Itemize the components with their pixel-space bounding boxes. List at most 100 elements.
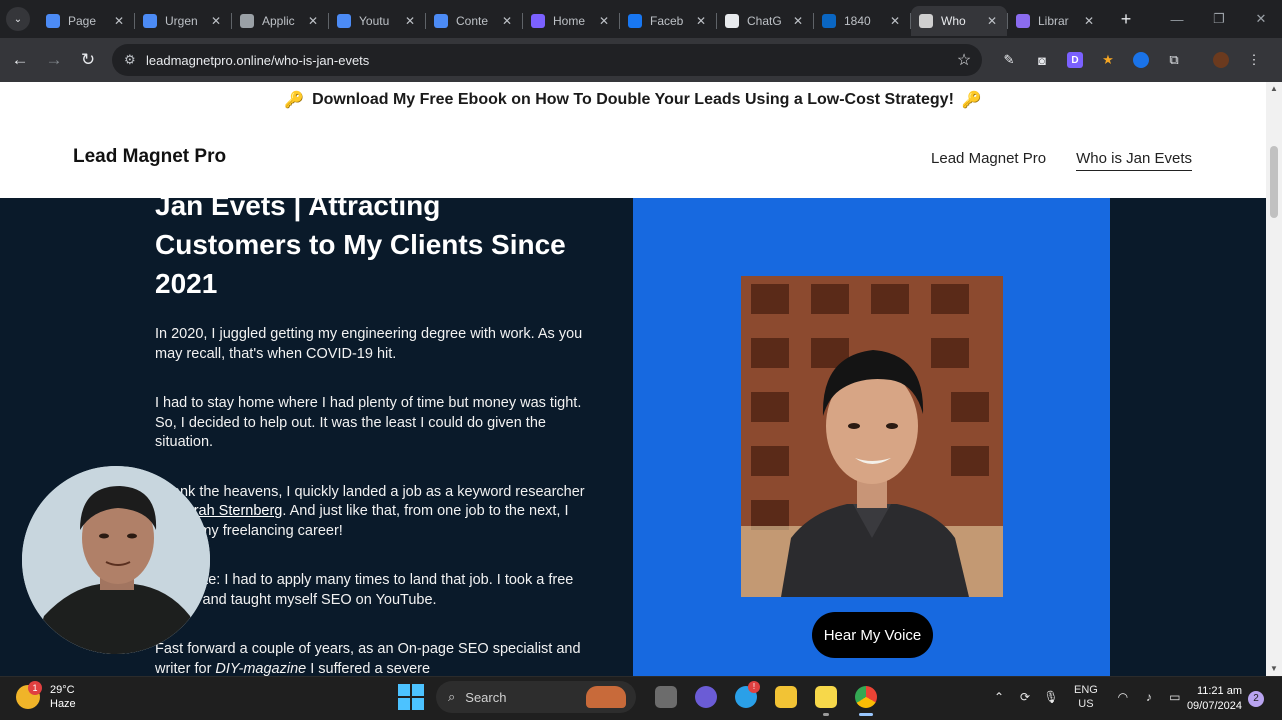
teams-icon[interactable] [690,681,722,713]
hero-text: Jan Evets | Attracting Customers to My C… [155,198,585,676]
browser-tab[interactable]: 1840 ✕ [814,6,910,36]
restore-button[interactable]: ❐ [1198,0,1240,38]
sticky-notes-icon[interactable] [810,681,842,716]
announcement-text[interactable]: Download My Free Ebook on How To Double … [312,91,954,109]
browser-tab[interactable]: Librar ✕ [1008,6,1104,36]
magazine-name: DIY-magazine [215,660,307,677]
gear-icon [1016,14,1030,28]
key-icon: 🔑 [961,92,982,109]
url-text[interactable]: leadmagnetpro.online/who-is-jan-evets [146,53,946,68]
close-tab-icon[interactable]: ✕ [209,14,223,28]
close-tab-icon[interactable]: ✕ [1082,14,1096,28]
portrait-illustration [741,276,1003,597]
new-tab-button[interactable]: + [1114,9,1138,30]
camera-extension-icon[interactable]: ◙ [1028,46,1056,74]
webcam-person-illustration [22,466,210,654]
browser-tab[interactable]: Who ✕ [911,6,1007,36]
chevron-down-icon: ⌄ [13,13,23,25]
hero-paragraph: Thank the heavens, I quickly landed a jo… [155,483,585,542]
close-tab-icon[interactable]: ✕ [306,14,320,28]
microphone-icon[interactable]: 🎙 [1040,690,1062,704]
arrow-left-icon: ← [11,50,29,69]
d-extension-icon[interactable]: D [1061,46,1089,74]
site-logo[interactable]: Lead Magnet Pro [73,146,226,168]
wifi-icon[interactable]: ◠ [1112,690,1134,704]
browser-tab[interactable]: Conte ✕ [426,6,522,36]
close-tab-icon[interactable]: ✕ [403,14,417,28]
close-tab-icon[interactable]: ✕ [694,14,708,28]
clock[interactable]: 11:21 am 09/07/2024 [1180,684,1242,714]
more-menu-icon[interactable]: ⋮ [1240,46,1268,74]
facebook-icon [628,14,642,28]
pen-extension-icon[interactable]: ✎ [995,46,1023,74]
forward-button[interactable]: → [37,43,71,77]
announcement-bar[interactable]: 🔑 Download My Free Ebook on How To Doubl… [0,82,1266,118]
profile-avatar-icon[interactable] [1207,46,1235,74]
weather-widget[interactable]: 1 29°C Haze [16,681,76,711]
browser-tab[interactable]: Applic ✕ [232,6,328,36]
windows-start-icon[interactable] [398,684,424,710]
task-view-icon[interactable] [650,681,682,713]
close-tab-icon[interactable]: ✕ [597,14,611,28]
notification-count[interactable]: 2 [1248,691,1264,707]
scroll-down-arrow-icon[interactable]: ▼ [1266,662,1282,676]
sync-icon[interactable]: ⟳ [1014,690,1036,704]
weather-badge: 1 [28,681,42,695]
browser-tab[interactable]: Youtu ✕ [329,6,425,36]
time: 11:21 am [1196,685,1242,697]
taskbar-search[interactable]: ⌕ Search [436,681,636,713]
scrollbar-thumb[interactable] [1270,146,1278,218]
taskbar-apps: ⌕ Search ! [398,681,886,716]
temperature: 29°C [50,684,75,696]
close-tab-icon[interactable]: ✕ [112,14,126,28]
nav-link[interactable]: Who is Jan Evets [1076,150,1192,171]
volume-icon[interactable]: ♪ [1138,690,1160,704]
close-tab-icon[interactable]: ✕ [888,14,902,28]
system-tray: ⌃ ⟳ 🎙 ENG US ◠ ♪ ▭ [988,683,1190,711]
nav-link[interactable]: Lead Magnet Pro [931,150,1046,171]
back-button[interactable]: ← [3,43,37,77]
browser-tab[interactable]: ChatG ✕ [717,6,813,36]
site-header: Lead Magnet Pro Lead Magnet Pro Who is Ja… [0,118,1266,198]
weather-sun-icon: 1 [16,681,42,709]
reload-icon: ↻ [80,50,96,69]
page-icon [337,14,351,28]
paragraph-text: I suffered a severe [306,660,431,677]
browser-tab[interactable]: Urgen ✕ [135,6,231,36]
reload-button[interactable]: ↻ [71,43,105,77]
star-extension-icon[interactable]: ★ [1094,46,1122,74]
tab-title: Who [941,14,966,28]
close-tab-icon[interactable]: ✕ [500,14,514,28]
chrome-icon[interactable] [850,681,882,716]
puzzle-extensions-icon[interactable]: ⧉ [1160,46,1188,74]
language-indicator[interactable]: ENG US [1074,683,1098,711]
tab-title: Urgen [165,14,198,28]
browser-tab[interactable]: Page ✕ [38,6,134,36]
tab-title: Home [553,14,586,28]
weather-condition: Haze [50,698,76,710]
tab-title: ChatG [747,14,782,28]
close-tab-icon[interactable]: ✕ [791,14,805,28]
store-icon[interactable]: ! [730,681,762,713]
scroll-up-arrow-icon[interactable]: ▲ [1266,82,1282,96]
hear-my-voice-button[interactable]: Hear My Voice [812,612,933,658]
search-highlight-image [586,686,626,708]
page-scrollbar[interactable]: ▲ ▼ [1266,82,1282,676]
tab-title: Faceb [650,14,684,28]
chevron-up-icon[interactable]: ⌃ [988,690,1010,704]
window-controls: — ❐ ✕ [1156,0,1282,38]
minimize-button[interactable]: — [1156,0,1198,38]
site-info-icon[interactable]: ⚙ [124,52,146,68]
tab-search-button[interactable]: ⌄ [6,7,30,31]
close-window-button[interactable]: ✕ [1240,0,1282,38]
browser-tab[interactable]: Home ✕ [523,6,619,36]
portrait-photo [741,276,1003,597]
grammar-extension-icon[interactable] [1127,46,1155,74]
hero-paragraph: Side note: I had to apply many times to … [155,572,574,608]
webcam-overlay [22,466,210,654]
bookmark-star-icon[interactable]: ☆ [946,50,982,70]
close-tab-icon[interactable]: ✕ [985,14,999,28]
file-explorer-icon[interactable] [770,681,802,713]
browser-tab[interactable]: Faceb ✕ [620,6,716,36]
address-bar[interactable]: ⚙ leadmagnetpro.online/who-is-jan-evets … [112,44,982,76]
